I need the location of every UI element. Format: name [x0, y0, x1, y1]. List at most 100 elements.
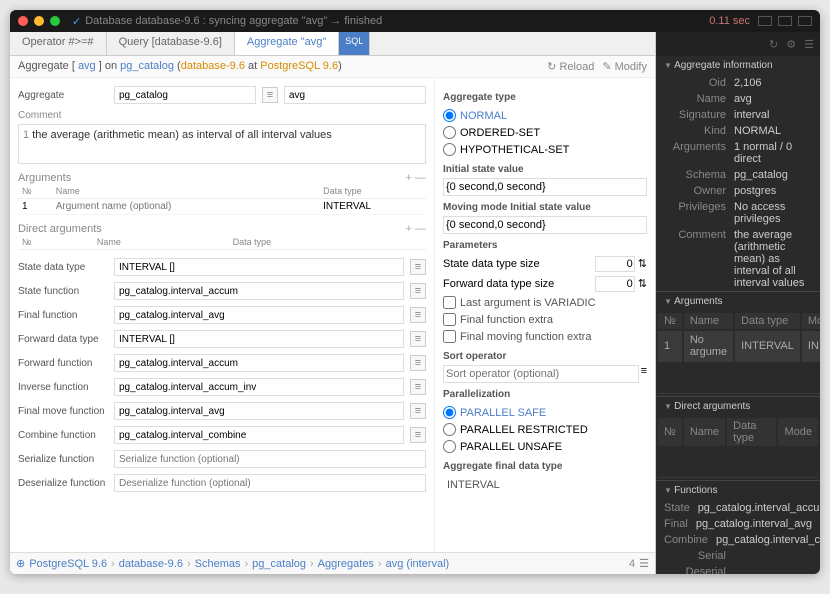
modify-button[interactable]: ✎ Modify — [602, 60, 647, 73]
param-state-size-label: State data type size — [443, 258, 540, 270]
table-row[interactable]: 1 INTERVAL — [18, 199, 426, 215]
final-data-type-label: Aggregate final data type — [443, 461, 647, 472]
field-input-4[interactable] — [114, 354, 404, 372]
field-picker-icon[interactable]: ≡ — [410, 379, 426, 395]
field-picker-icon[interactable]: ≡ — [410, 283, 426, 299]
sort-operator-label: Sort operator — [443, 351, 647, 362]
bc-schema[interactable]: pg_catalog — [120, 60, 174, 72]
info-key: Kind — [664, 125, 734, 137]
field-input-0[interactable] — [114, 258, 404, 276]
sort-picker-icon[interactable]: ≡ — [641, 365, 647, 383]
field-picker-icon[interactable]: ≡ — [410, 427, 426, 443]
add-direct-arg-button[interactable]: + — — [406, 223, 426, 235]
stepper-icon[interactable]: ⇅ — [638, 278, 647, 290]
agg-type-label: Aggregate type — [443, 92, 647, 103]
info-key: Comment — [664, 229, 734, 289]
radio-parallel[interactable]: PARALLEL SAFE — [443, 404, 647, 421]
status-text: Database database-9.6 : syncing aggregat… — [85, 15, 709, 27]
footer-home-icon[interactable]: ⊕ — [16, 557, 25, 570]
field-input-1[interactable] — [114, 282, 404, 300]
comment-textarea[interactable]: 1 the average (arithmetic mean) as inter… — [18, 124, 426, 164]
bc-db: database-9.6 — [181, 60, 245, 72]
field-label: Final move function — [18, 406, 108, 417]
field-label: Combine function — [18, 430, 108, 441]
direct-args-section-title[interactable]: Direct arguments — [656, 397, 820, 416]
func-value: pg_catalog.interval_accum — [698, 502, 820, 514]
radio-agg-type[interactable]: ORDERED-SET — [443, 124, 647, 141]
field-picker-icon[interactable]: ≡ — [410, 355, 426, 371]
field-input-9[interactable] — [114, 474, 426, 492]
footer-crumb[interactable]: avg (interval) — [386, 558, 450, 570]
right-gear-icon[interactable]: ⚙ — [786, 38, 796, 51]
field-picker-icon[interactable]: ≡ — [410, 307, 426, 323]
forward-size-input[interactable] — [595, 276, 635, 292]
right-refresh-icon[interactable]: ↻ — [769, 38, 778, 51]
sort-operator-input[interactable] — [443, 365, 639, 383]
layout-icon-2[interactable] — [778, 16, 792, 26]
footer-crumb[interactable]: pg_catalog — [252, 558, 306, 570]
footer-breadcrumb: ⊕ PostgreSQL 9.6›database-9.6›Schemas›pg… — [10, 552, 655, 574]
aggregate-schema-input[interactable] — [114, 86, 256, 104]
info-key: Privileges — [664, 201, 734, 225]
radio-parallel[interactable]: PARALLEL UNSAFE — [443, 438, 647, 455]
initial-state-input[interactable] — [443, 178, 647, 196]
radio-parallel[interactable]: PARALLEL RESTRICTED — [443, 421, 647, 438]
info-section-title[interactable]: Aggregate information — [656, 56, 820, 75]
schema-picker-icon[interactable]: ≡ — [262, 87, 278, 103]
functions-section-title[interactable]: Functions — [656, 481, 820, 500]
field-input-8[interactable] — [114, 450, 426, 468]
func-key: State — [664, 502, 698, 514]
footer-crumb[interactable]: PostgreSQL 9.6 — [29, 558, 107, 570]
info-value: NORMAL — [734, 125, 812, 137]
close-icon[interactable] — [18, 16, 28, 26]
table-row[interactable]: 1No argumeINTERVALIN — [658, 331, 820, 362]
checkbox-item[interactable]: Final function extra — [443, 311, 647, 328]
checkbox-item[interactable]: Last argument is VARIADIC — [443, 294, 647, 311]
field-label: State function — [18, 286, 108, 297]
tab-sql[interactable]: SQL — [339, 32, 370, 55]
state-size-input[interactable] — [595, 256, 635, 272]
bc-name[interactable]: avg — [78, 60, 96, 72]
tab-bar: Operator #>=# Query [database-9.6] Aggre… — [10, 32, 655, 56]
moving-initial-input[interactable] — [443, 216, 647, 234]
field-picker-icon[interactable]: ≡ — [410, 403, 426, 419]
footer-crumb[interactable]: Schemas — [195, 558, 241, 570]
field-picker-icon[interactable]: ≡ — [410, 331, 426, 347]
tab-query[interactable]: Query [database-9.6] — [107, 32, 235, 55]
stepper-icon[interactable]: ⇅ — [638, 258, 647, 270]
info-value: avg — [734, 93, 812, 105]
aggregate-label: Aggregate — [18, 90, 108, 101]
radio-agg-type[interactable]: HYPOTHETICAL-SET — [443, 141, 647, 158]
field-input-3[interactable] — [114, 330, 404, 348]
minimize-icon[interactable] — [34, 16, 44, 26]
field-input-7[interactable] — [114, 426, 404, 444]
maximize-icon[interactable] — [50, 16, 60, 26]
info-key: Oid — [664, 77, 734, 89]
field-input-2[interactable] — [114, 306, 404, 324]
reload-button[interactable]: ↻ Reload — [547, 60, 594, 73]
field-input-6[interactable] — [114, 402, 404, 420]
args-section-title[interactable]: Arguments — [656, 292, 820, 311]
aggregate-name-input[interactable] — [284, 86, 426, 104]
layout-icon-3[interactable] — [798, 16, 812, 26]
comment-label: Comment — [18, 110, 426, 121]
right-menu-icon[interactable]: ☰ — [804, 38, 814, 51]
layout-icon-1[interactable] — [758, 16, 772, 26]
func-value — [734, 566, 812, 574]
info-value: the average (arithmetic mean) as interva… — [734, 229, 812, 289]
footer-menu-icon[interactable]: ☰ — [639, 557, 649, 570]
bc-server: PostgreSQL 9.6 — [260, 60, 338, 72]
tab-operator[interactable]: Operator #>=# — [10, 32, 107, 55]
footer-crumb[interactable]: Aggregates — [318, 558, 374, 570]
tab-aggregate[interactable]: Aggregate "avg" — [235, 32, 339, 55]
info-key: Signature — [664, 109, 734, 121]
field-input-5[interactable] — [114, 378, 404, 396]
arguments-label: Arguments — [18, 172, 71, 184]
radio-agg-type[interactable]: NORMAL — [443, 107, 647, 124]
field-picker-icon[interactable]: ≡ — [410, 259, 426, 275]
add-argument-button[interactable]: + — — [406, 172, 426, 184]
final-data-type-value: INTERVAL — [443, 475, 647, 495]
checkbox-item[interactable]: Final moving function extra — [443, 328, 647, 345]
arg-name-input[interactable] — [56, 201, 315, 212]
footer-crumb[interactable]: database-9.6 — [119, 558, 183, 570]
